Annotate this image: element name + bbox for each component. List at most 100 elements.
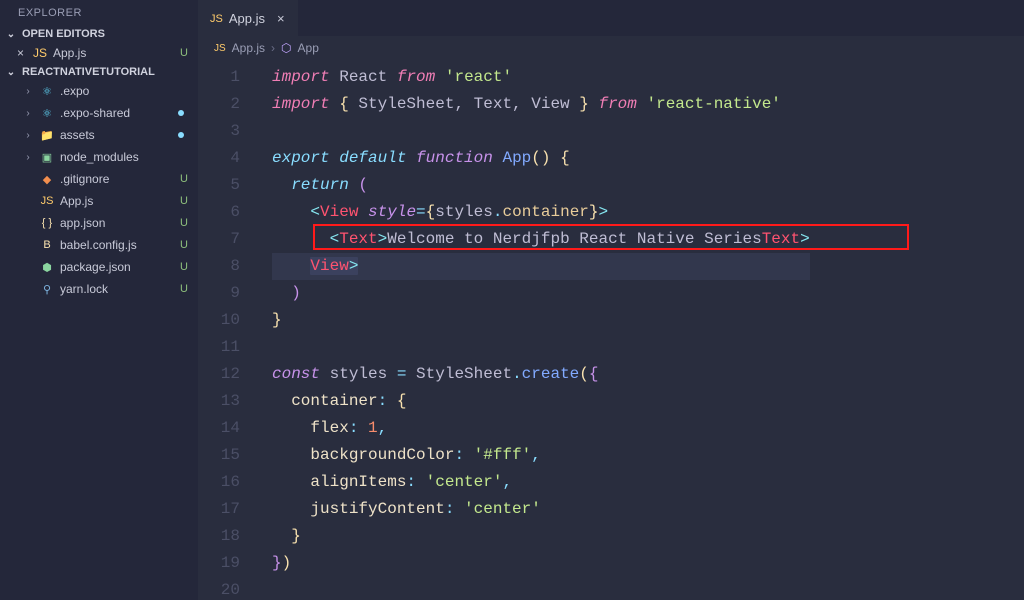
tree-item-package-json[interactable]: ⬢ package.json U <box>0 256 198 278</box>
file-icon: ⬢ <box>39 261 55 274</box>
chevron-right-icon: › <box>271 41 275 55</box>
tree-item--expo[interactable]: ›⚛.expo <box>0 80 198 102</box>
tree-item-label: .expo-shared <box>60 106 130 120</box>
git-status-badge: U <box>180 239 188 251</box>
code-editor[interactable]: 1234567891011121314151617181920 import R… <box>198 60 1024 600</box>
code-line[interactable]: flex: 1, <box>272 415 810 442</box>
tree-item-node-modules[interactable]: ›▣node_modules <box>0 146 198 168</box>
tree-item-app-json[interactable]: { }app.jsonU <box>0 212 198 234</box>
git-status-badge: U <box>180 47 188 59</box>
js-file-icon: JS <box>210 13 223 25</box>
explorer-title: EXPLORER <box>0 0 198 26</box>
tree-item-label: .expo <box>60 84 89 98</box>
code-lines[interactable]: import React from 'react'import { StyleS… <box>256 60 810 600</box>
tree-item--gitignore[interactable]: ◆ .gitignore U <box>0 168 198 190</box>
code-line[interactable] <box>272 118 810 145</box>
project-header[interactable]: ⌄ REACTNATIVETUTORIAL <box>0 64 198 80</box>
code-line[interactable]: } <box>272 307 810 334</box>
tab-bar: JS App.js × <box>198 0 1024 36</box>
code-line[interactable]: import React from 'react' <box>272 64 810 91</box>
line-number-gutter: 1234567891011121314151617181920 <box>198 60 256 600</box>
line-number: 14 <box>198 415 240 442</box>
file-icon: ▣ <box>39 151 55 164</box>
code-line[interactable] <box>272 334 810 361</box>
git-status-badge: U <box>180 173 188 185</box>
chevron-down-icon: ⌄ <box>4 67 18 78</box>
git-status-badge: U <box>180 195 188 207</box>
line-number: 9 <box>198 280 240 307</box>
open-editor-label: App.js <box>53 46 86 60</box>
line-number: 13 <box>198 388 240 415</box>
close-icon[interactable]: × <box>271 11 285 26</box>
code-line[interactable]: return ( <box>272 172 810 199</box>
tree-item-yarn-lock[interactable]: ⚲ yarn.lock U <box>0 278 198 300</box>
line-number: 8 <box>198 253 240 280</box>
git-status-badge: U <box>180 261 188 273</box>
chevron-right-icon: › <box>22 152 34 163</box>
file-icon: { } <box>39 217 55 229</box>
file-icon: 📁 <box>39 129 55 142</box>
line-number: 16 <box>198 469 240 496</box>
code-line[interactable]: backgroundColor: '#fff', <box>272 442 810 469</box>
code-line[interactable] <box>272 577 810 600</box>
tree-item-assets[interactable]: › 📁 assets <box>0 124 198 146</box>
chevron-down-icon: ⌄ <box>4 29 18 40</box>
project-name: REACTNATIVETUTORIAL <box>22 66 155 78</box>
close-icon[interactable]: × <box>14 46 27 60</box>
modified-dot-icon <box>178 132 184 138</box>
tree-item-babel-config-js[interactable]: Bbabel.config.js U <box>0 234 198 256</box>
chevron-right-icon: › <box>22 108 34 119</box>
line-number: 5 <box>198 172 240 199</box>
git-status-badge: U <box>180 283 188 295</box>
tree-item-label: app.json <box>60 216 105 230</box>
js-file-icon: JS <box>214 43 226 54</box>
code-line[interactable]: export default function App() { <box>272 145 810 172</box>
code-line[interactable]: ) <box>272 280 810 307</box>
code-line[interactable]: const styles = StyleSheet.create({ <box>272 361 810 388</box>
file-icon: ◆ <box>39 173 55 186</box>
breadcrumb-file[interactable]: App.js <box>232 41 265 55</box>
open-editors-label: OPEN EDITORS <box>22 28 105 40</box>
breadcrumb-symbol[interactable]: App <box>298 41 319 55</box>
file-icon: ⚲ <box>39 283 55 296</box>
editor-area: JS App.js × JS App.js › ⬡ App 1234567891… <box>198 0 1024 600</box>
chevron-right-icon: › <box>22 130 34 141</box>
tab-app-js[interactable]: JS App.js × <box>198 0 298 36</box>
code-line[interactable]: }) <box>272 550 810 577</box>
open-editors-header[interactable]: ⌄ OPEN EDITORS <box>0 26 198 42</box>
file-icon: B <box>39 239 55 251</box>
breadcrumb[interactable]: JS App.js › ⬡ App <box>198 36 1024 60</box>
line-number: 11 <box>198 334 240 361</box>
file-icon: JS <box>39 195 55 207</box>
code-line[interactable]: <View style={styles.container}> <box>272 199 810 226</box>
file-icon: ⚛ <box>39 107 55 120</box>
line-number: 6 <box>198 199 240 226</box>
line-number: 1 <box>198 64 240 91</box>
tree-item-label: assets <box>60 128 95 142</box>
code-line[interactable]: <Text>Welcome to Nerdjfpb React Native S… <box>272 226 810 253</box>
line-number: 7 <box>198 226 240 253</box>
tree-item-label: package.json <box>60 260 131 274</box>
code-line[interactable]: View> <box>272 253 810 280</box>
line-number: 4 <box>198 145 240 172</box>
tab-label: App.js <box>229 11 265 26</box>
line-number: 10 <box>198 307 240 334</box>
explorer-sidebar: EXPLORER ⌄ OPEN EDITORS × JS App.js U ⌄ … <box>0 0 198 600</box>
modified-dot-icon <box>178 110 184 116</box>
line-number: 18 <box>198 523 240 550</box>
tree-item-label: .gitignore <box>60 172 109 186</box>
tree-item-label: yarn.lock <box>60 282 108 296</box>
tree-item-label: babel.config.js <box>60 238 137 252</box>
tree-item--expo-shared[interactable]: › ⚛ .expo-shared <box>0 102 198 124</box>
tree-item-label: App.js <box>60 194 93 208</box>
line-number: 15 <box>198 442 240 469</box>
open-editor-item[interactable]: × JS App.js U <box>0 42 198 64</box>
code-line[interactable]: justifyContent: 'center' <box>272 496 810 523</box>
file-icon: ⚛ <box>39 85 55 98</box>
line-number: 3 <box>198 118 240 145</box>
code-line[interactable]: alignItems: 'center', <box>272 469 810 496</box>
code-line[interactable]: import { StyleSheet, Text, View } from '… <box>272 91 810 118</box>
code-line[interactable]: } <box>272 523 810 550</box>
tree-item-app-js[interactable]: JS App.js U <box>0 190 198 212</box>
code-line[interactable]: container: { <box>272 388 810 415</box>
